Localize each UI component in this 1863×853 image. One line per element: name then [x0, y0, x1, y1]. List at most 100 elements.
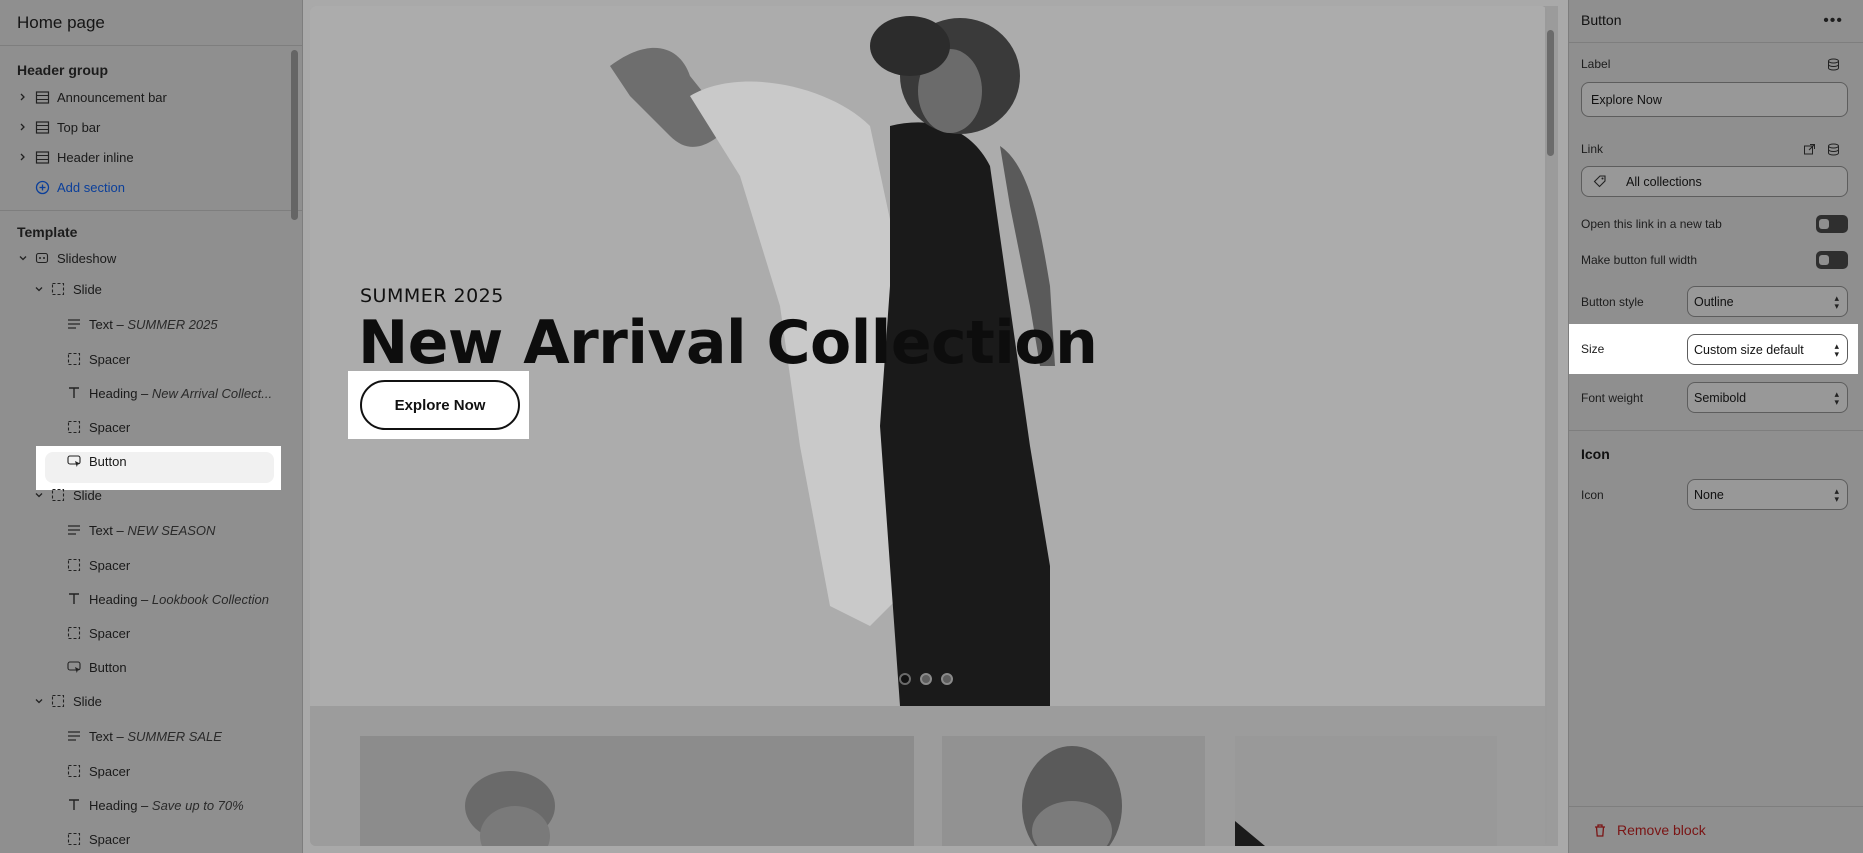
slide-dot-2[interactable] — [920, 673, 932, 685]
collection-card-1[interactable] — [360, 736, 914, 846]
slide-block[interactable]: Slide — [0, 478, 290, 512]
chevron-down-icon[interactable] — [34, 696, 44, 706]
link-input[interactable]: All collections — [1581, 166, 1848, 197]
select-arrows-icon: ▴ ▾ — [1834, 486, 1839, 504]
block-type: Slideshow — [57, 250, 117, 266]
template-title: Template — [17, 224, 78, 240]
block-spacer[interactable]: Spacer — [0, 342, 290, 376]
block-label: Spacer — [89, 832, 130, 847]
collection-card-2[interactable] — [942, 736, 1205, 846]
explore-now-button[interactable]: Explore Now — [360, 380, 520, 430]
add-section-button[interactable]: Add section — [0, 172, 302, 202]
block-separator: – — [137, 797, 152, 813]
block-button[interactable]: Button — [0, 444, 290, 478]
label-input[interactable]: Explore Now — [1581, 82, 1848, 117]
text-block-icon — [66, 728, 82, 744]
size-select[interactable]: Custom size default ▴ ▾ — [1687, 334, 1848, 365]
block-spacer[interactable]: Spacer — [0, 548, 290, 582]
remove-block-label: Remove block — [1617, 822, 1706, 838]
block-type: Slide — [73, 693, 102, 709]
font-weight-select[interactable]: Semibold ▴ ▾ — [1687, 382, 1848, 413]
section-layout-icon — [34, 89, 50, 105]
dynamic-source-icon[interactable] — [1826, 57, 1840, 71]
slideshow-pagination — [899, 673, 953, 685]
block-preview-text: Save up to 70% — [151, 797, 244, 813]
font-weight-value: Semibold — [1694, 390, 1747, 405]
chevron-down-icon[interactable] — [34, 284, 44, 294]
block-type: Spacer — [89, 831, 131, 847]
more-options-icon[interactable]: ••• — [1823, 12, 1843, 30]
button-style-value: Outline — [1694, 294, 1734, 309]
remove-block-button[interactable]: Remove block — [1593, 822, 1706, 838]
chevron-down-icon[interactable] — [34, 490, 44, 500]
block-text[interactable]: Text – NEW SEASON — [0, 512, 290, 548]
chevron-right-icon[interactable] — [18, 122, 28, 132]
block-type: Heading — [89, 385, 138, 401]
collection-card-3[interactable] — [1235, 736, 1497, 846]
slide-dot-1[interactable] — [899, 673, 911, 685]
button-style-select[interactable]: Outline ▴ ▾ — [1687, 286, 1848, 317]
block-label: Text – SUMMER SALE — [89, 729, 222, 744]
slide-block[interactable]: Slide — [0, 272, 290, 306]
link-value: All collections — [1626, 174, 1702, 189]
block-button[interactable]: Button — [0, 650, 290, 684]
block-heading[interactable]: Heading – New Arrival Collect... — [0, 376, 290, 410]
full-width-toggle[interactable] — [1816, 251, 1848, 269]
chevron-right-icon[interactable] — [18, 92, 28, 102]
block-spacer[interactable]: Spacer — [0, 410, 290, 444]
block-type: Button — [89, 453, 127, 469]
block-type: Button — [89, 659, 127, 675]
slideshow-icon — [34, 250, 50, 266]
hero-heading[interactable]: New Arrival Collection — [358, 308, 1098, 378]
section-announcement-bar[interactable]: Announcement bar — [0, 82, 302, 112]
add-section-label: Add section — [57, 179, 125, 195]
spacer-block-icon — [66, 625, 82, 641]
button-block-icon — [66, 659, 82, 675]
dynamic-source-icon[interactable] — [1826, 142, 1840, 156]
template-tree: Slideshow Slide Text – SUMMER 2025 Spacer He… — [0, 244, 290, 853]
hero-subheading[interactable]: SUMMER 2025 — [360, 285, 504, 307]
divider — [1569, 806, 1863, 807]
block-spacer[interactable]: Spacer — [0, 822, 290, 853]
size-value: Custom size default — [1694, 342, 1804, 357]
card-model-image — [942, 736, 1205, 846]
button-block-icon — [66, 453, 82, 469]
spacer-block-icon — [66, 557, 82, 573]
block-spacer[interactable]: Spacer — [0, 754, 290, 788]
block-heading[interactable]: Heading – Lookbook Collection — [0, 582, 290, 616]
block-separator: – — [112, 316, 128, 332]
block-label: Heading – Save up to 70% — [89, 798, 244, 813]
section-layout-icon — [34, 149, 50, 165]
select-arrows-icon: ▴ ▾ — [1834, 389, 1839, 407]
slide-dot-3[interactable] — [941, 673, 953, 685]
block-text[interactable]: Text – SUMMER SALE — [0, 718, 290, 754]
icon-select[interactable]: None ▴ ▾ — [1687, 479, 1848, 510]
collection-cards — [310, 706, 1545, 846]
spacer-block-icon — [66, 831, 82, 847]
section-slideshow[interactable]: Slideshow — [0, 244, 290, 272]
external-link-icon[interactable] — [1802, 142, 1816, 156]
block-heading[interactable]: Heading – Save up to 70% — [0, 788, 290, 822]
divider — [1569, 42, 1863, 43]
section-label: Announcement bar — [57, 89, 167, 105]
chevron-right-icon[interactable] — [18, 152, 28, 162]
block-spacer[interactable]: Spacer — [0, 616, 290, 650]
slideshow-hero[interactable]: SUMMER 2025 New Arrival Collection Explo… — [310, 6, 1545, 706]
block-label: Spacer — [89, 626, 130, 641]
sidebar-header: Home page — [0, 0, 302, 46]
page-title[interactable]: Home page — [17, 13, 285, 33]
header-group-title: Header group — [17, 62, 109, 78]
plus-circle-icon — [34, 179, 50, 195]
block-label: Heading – Lookbook Collection — [89, 592, 269, 607]
slide-block[interactable]: Slide — [0, 684, 290, 718]
block-text[interactable]: Text – SUMMER 2025 — [0, 306, 290, 342]
section-header-inline[interactable]: Header inline — [0, 142, 302, 172]
block-preview-text: NEW SEASON — [127, 522, 216, 538]
font-weight-label: Font weight — [1581, 391, 1644, 405]
section-top-bar[interactable]: Top bar — [0, 112, 302, 142]
label-field-label: Label — [1581, 57, 1611, 71]
preview-scrollbar[interactable] — [1547, 30, 1554, 156]
new-tab-label: Open this link in a new tab — [1581, 217, 1722, 231]
chevron-down-icon[interactable] — [18, 253, 28, 263]
new-tab-toggle[interactable] — [1816, 215, 1848, 233]
